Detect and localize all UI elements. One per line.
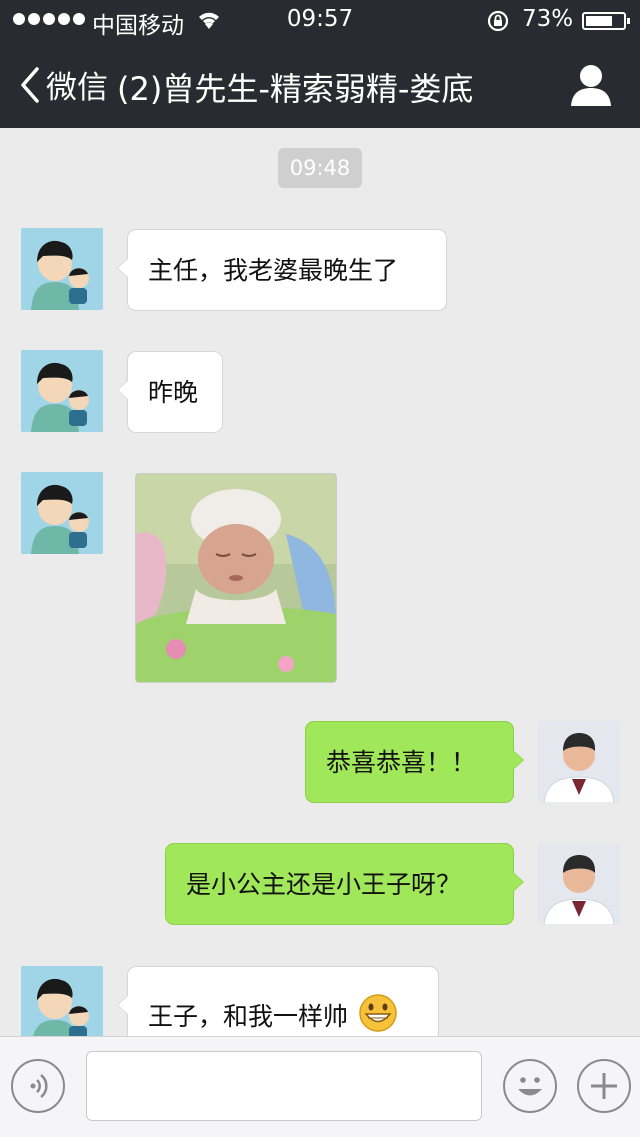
- page-title: (2)曾先生-精索弱精-娄底: [117, 70, 474, 108]
- emoji-icon: [518, 1077, 542, 1096]
- message-text: 恭喜恭喜！！: [326, 748, 477, 777]
- voice-button[interactable]: [11, 1059, 65, 1113]
- message-text: 王子，和我一样帅: [148, 1002, 349, 1031]
- contact-avatar[interactable]: [21, 350, 103, 432]
- more-button[interactable]: [577, 1059, 631, 1113]
- status-bar: 中国移动 09:57 73%: [0, 0, 640, 40]
- back-button[interactable]: 微信: [18, 62, 108, 107]
- message-text: 是小公主还是小王子呀？: [186, 870, 462, 899]
- baby-photo-image: [136, 474, 336, 682]
- message-bubble-outgoing[interactable]: 是小公主还是小王子呀？: [165, 843, 524, 925]
- grinning-face-icon: [359, 994, 397, 1032]
- contact-avatar[interactable]: [21, 472, 103, 554]
- message-bubble-incoming[interactable]: 昨晚: [117, 351, 223, 433]
- message-text: 昨晚: [148, 378, 199, 407]
- back-label: 微信: [46, 70, 108, 106]
- emoji-button[interactable]: [503, 1059, 557, 1113]
- chat-info-icon[interactable]: [566, 60, 616, 110]
- battery-icon: [582, 12, 630, 30]
- battery-percent: 73%: [522, 6, 574, 32]
- my-avatar[interactable]: [538, 721, 620, 803]
- plus-icon: [591, 1073, 617, 1099]
- message-input[interactable]: [86, 1051, 482, 1121]
- my-avatar[interactable]: [538, 843, 620, 925]
- message-timestamp: 09:48: [278, 148, 362, 188]
- input-bar: [0, 1036, 640, 1137]
- nav-bar: 微信 (2)曾先生-精索弱精-娄底: [0, 40, 640, 128]
- voice-icon: [30, 1074, 48, 1098]
- message-bubble-incoming[interactable]: 主任，我老婆最晚生了: [117, 229, 447, 311]
- rotation-lock-icon: [487, 10, 509, 32]
- message-text: 主任，我老婆最晚生了: [148, 256, 399, 285]
- message-bubble-outgoing[interactable]: 恭喜恭喜！！: [305, 721, 524, 803]
- contact-avatar[interactable]: [21, 228, 103, 310]
- chevron-left-icon: [21, 66, 39, 103]
- photo-message[interactable]: [135, 473, 337, 683]
